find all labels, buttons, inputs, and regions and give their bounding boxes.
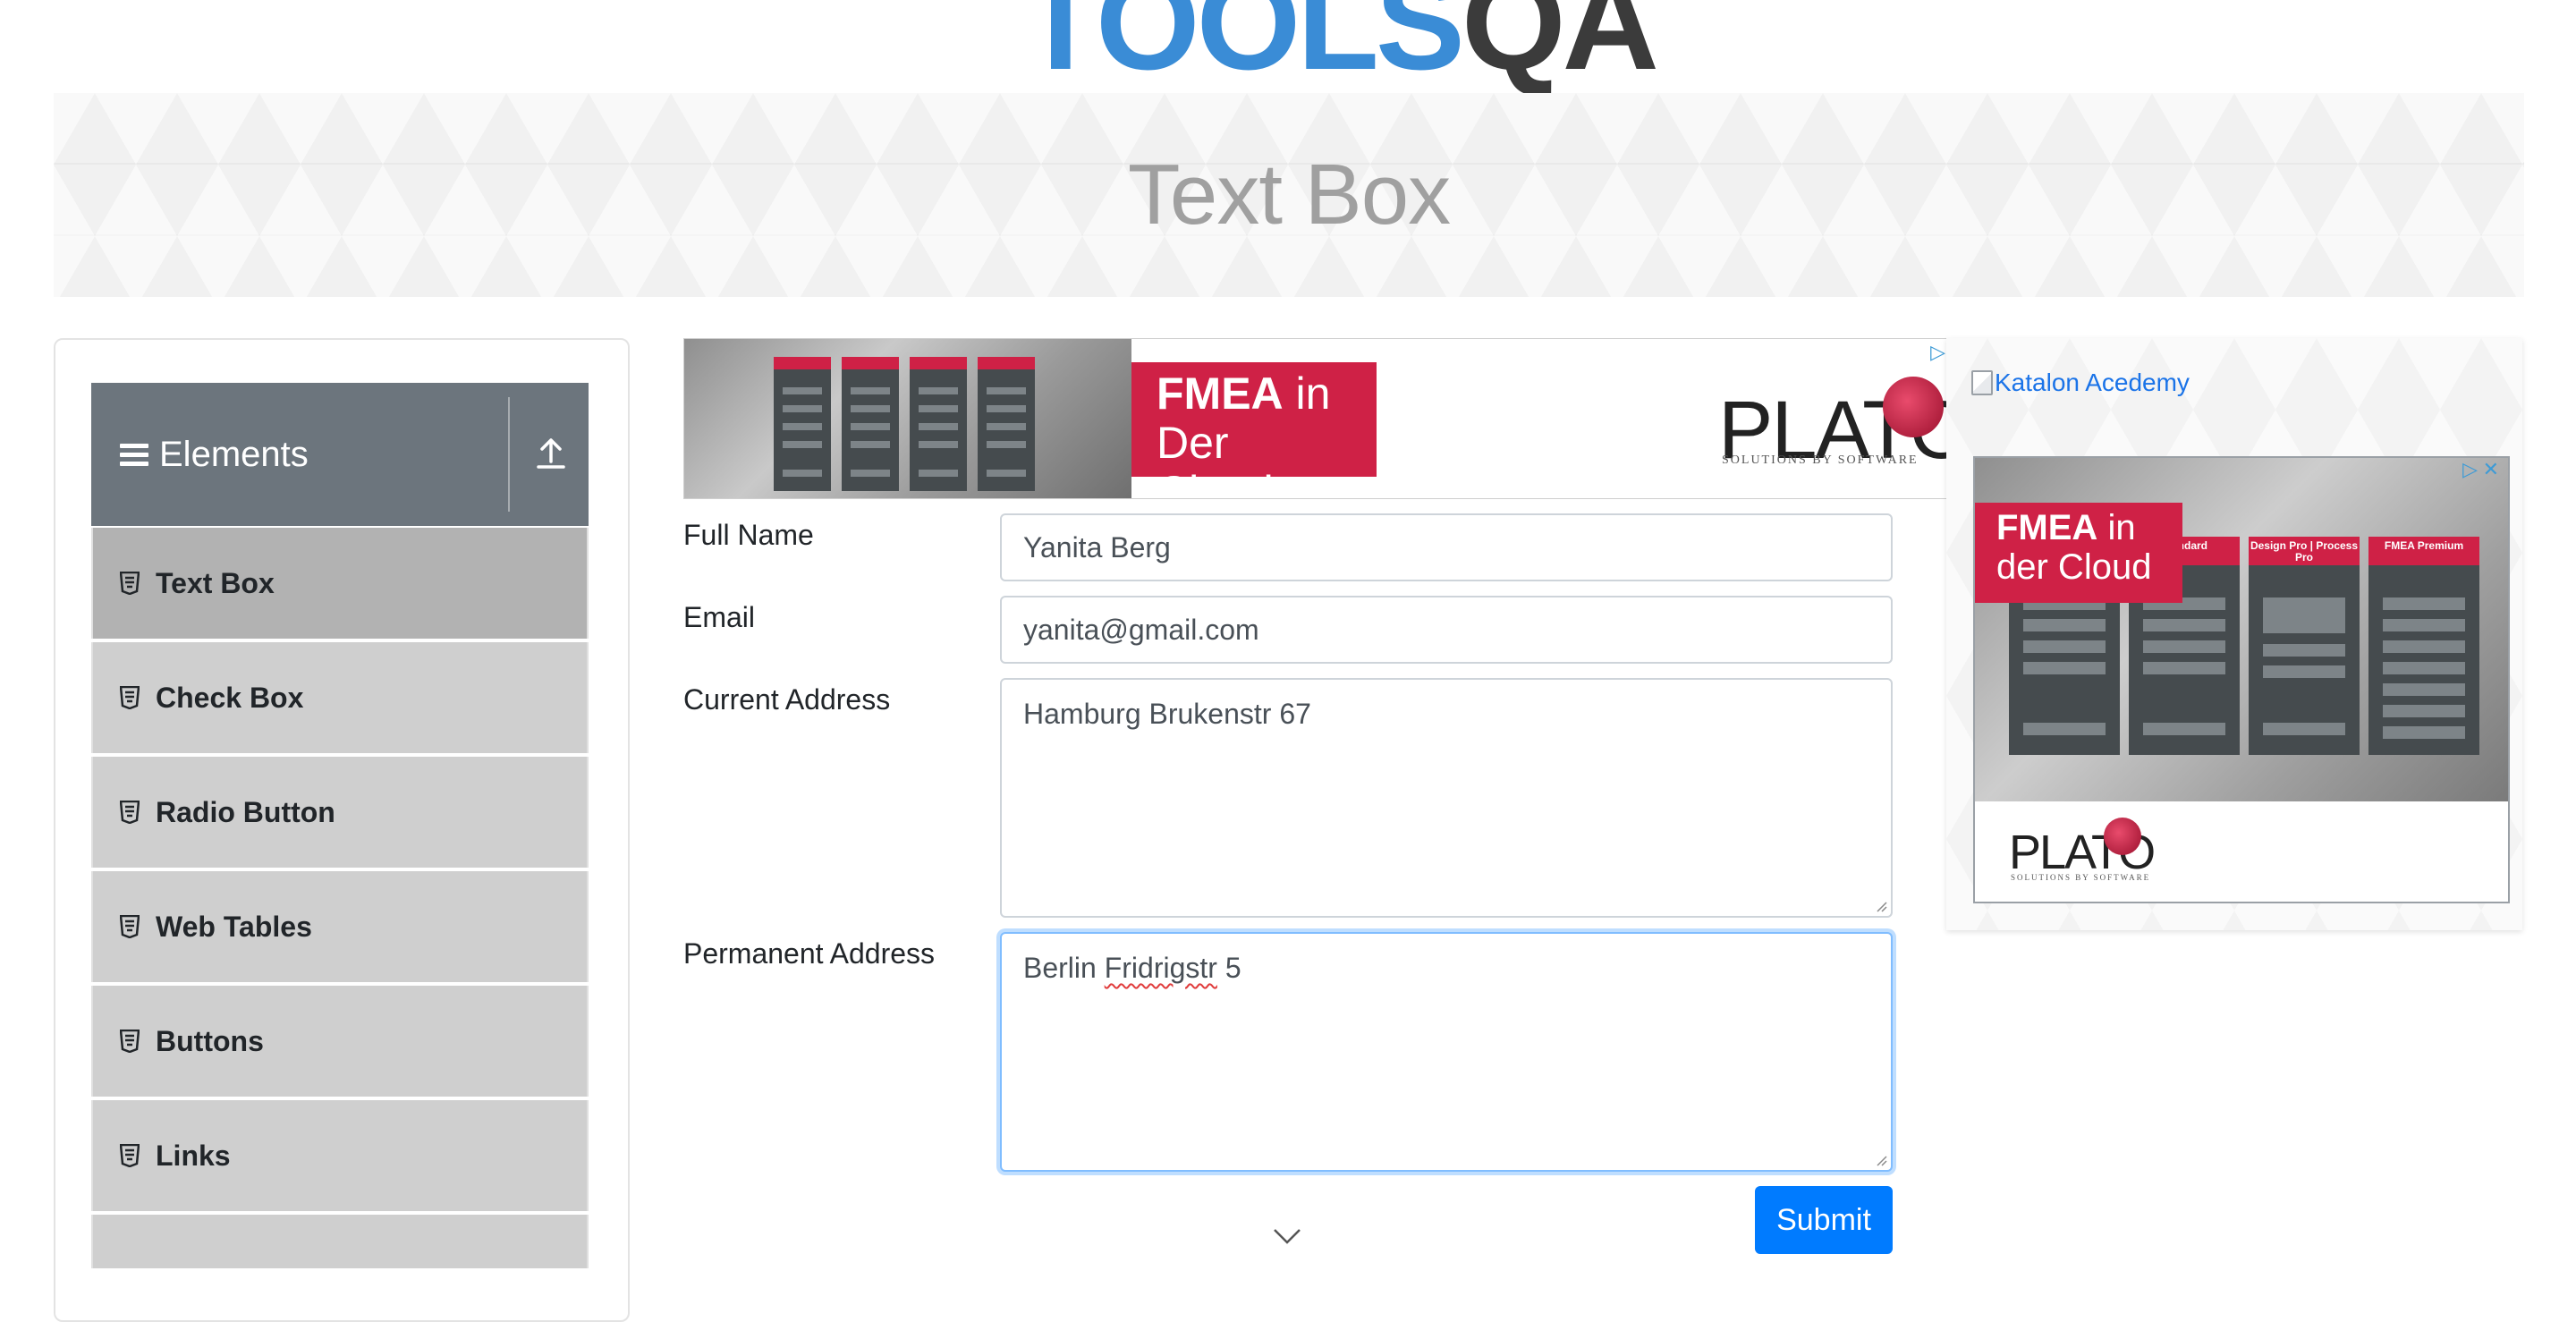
sidebar-item-links[interactable]: Links [91,1100,589,1211]
sidebar-item-text-box[interactable]: Text Box [91,528,589,639]
close-icon[interactable]: ✕ [2483,458,2499,481]
chevron-down-icon[interactable] [1272,1225,1302,1247]
group-divider [508,397,510,512]
ad-headline: FMEA in der Cloud [1975,503,2182,603]
katalon-link-text: Katalon Acedemy [1995,369,2190,396]
sidebar-item-label: Web Tables [156,910,312,943]
page-banner: Text Box [54,93,2524,297]
sidebar-item-radio-button[interactable]: Radio Button [91,757,589,868]
html5-icon [120,1144,140,1167]
plato-logo-mark [1883,377,1944,437]
ad-plan-label: FMEA Premium [2384,539,2464,552]
plato-logo-mark [2104,818,2141,855]
sidebar-item-next[interactable] [91,1215,589,1268]
plato-tagline: SOLUTIONS BY SOFTWARE [2011,873,2151,882]
top-advertisement[interactable]: FMEA in Der Cloud PLATO SOLUTIONS BY SOF… [683,338,1950,499]
ad-plan-label: Design Pro | Process Pro [2250,539,2359,564]
sidebar-item-buttons[interactable]: Buttons [91,986,589,1097]
permanent-address-textarea[interactable]: Berlin Fridrigstr 5 [1000,932,1893,1172]
ad-background-image [684,339,1131,498]
logo-qa-text: QA [1461,0,1659,97]
email-value: yanita@gmail.com [1023,614,1259,646]
group-title-label: Elements [159,434,309,474]
current-address-value: Hamburg Brukenstr 67 [1023,698,1311,730]
resize-grip-icon[interactable] [1873,1152,1887,1166]
current-address-label: Current Address [683,683,891,716]
ad-headline: FMEA in Der Cloud [1131,362,1377,498]
html5-icon [120,915,140,938]
left-sidebar: Elements Text Box Check Box Radio Button… [54,338,630,1322]
adchoices-icon[interactable]: ▷ [1930,341,1945,364]
email-input[interactable]: yanita@gmail.com [1000,596,1893,664]
sidebar-item-check-box[interactable]: Check Box [91,642,589,753]
html5-icon [120,572,140,595]
resize-grip-icon[interactable] [1873,898,1887,912]
full-name-label: Full Name [683,519,814,551]
submit-button[interactable]: Submit [1755,1186,1893,1254]
full-name-input[interactable]: Yanita Berg [1000,513,1893,581]
sidebar-item-label: Buttons [156,1024,264,1057]
sidebar-item-label: Text Box [156,566,275,599]
right-advertisement: Katalon Acedemy Standard Design Pro | Pr… [1946,338,2522,930]
email-label: Email [683,601,756,633]
permanent-address-value: Berlin Fridrigstr 5 [1023,952,1241,984]
broken-image-icon [1971,370,1993,395]
permanent-address-label: Permanent Address [683,937,936,970]
sidebar-item-label: Links [156,1139,231,1172]
katalon-academy-link[interactable]: Katalon Acedemy [1971,369,2190,397]
collapse-upload-icon[interactable] [533,435,569,474]
elements-menu-list: Text Box Check Box Radio Button Web Tabl… [91,528,589,1272]
hamburger-icon [120,442,148,467]
html5-icon [120,1030,140,1053]
sidebar-item-web-tables[interactable]: Web Tables [91,871,589,982]
html5-icon [120,686,140,709]
full-name-value: Yanita Berg [1023,531,1171,564]
adchoices-icon[interactable]: ▷ [2462,458,2478,481]
logo-tools-text: TOOLS [1020,0,1465,97]
page-title: Text Box [1127,147,1451,242]
html5-icon [120,801,140,824]
toolsqa-logo[interactable]: TOOLSQA [1020,0,1659,89]
plato-tagline: SOLUTIONS BY SOFTWARE [1722,453,1919,467]
sidebar-item-label: Check Box [156,681,304,714]
plato-side-ad[interactable]: Standard Design Pro | Process Pro FMEA P… [1973,456,2510,903]
elements-group-header[interactable]: Elements [91,383,589,526]
current-address-textarea[interactable]: Hamburg Brukenstr 67 [1000,678,1893,918]
misspelled-word: Fridrigstr [1104,952,1217,984]
sidebar-item-label: Radio Button [156,795,335,828]
